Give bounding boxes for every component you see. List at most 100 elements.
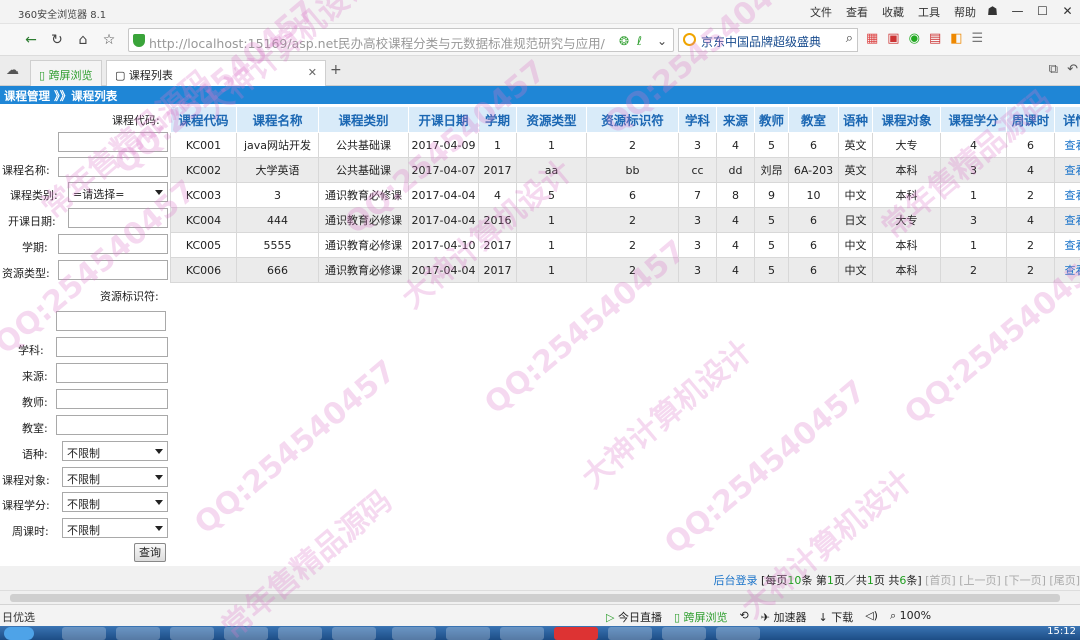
taskbar-app-8[interactable]	[446, 627, 490, 640]
back-icon[interactable]: ←	[20, 30, 42, 50]
taskbar-app-10[interactable]	[554, 627, 598, 640]
pager-records-suffix: 条]	[906, 574, 922, 587]
resource-id-input[interactable]	[56, 311, 166, 331]
menu-file[interactable]: 文件	[810, 4, 832, 20]
cross-screen-button[interactable]: ▯ 跨屏浏览	[674, 609, 728, 625]
table-cell: 6	[788, 132, 839, 158]
table-cell: 3	[678, 232, 717, 258]
mail-icon[interactable]: ▣	[887, 31, 899, 46]
speed-icon[interactable]: ℓ	[637, 34, 642, 48]
status-left-text[interactable]: 日优选	[2, 609, 35, 625]
view-detail-link[interactable]: 查看	[1065, 189, 1080, 202]
screenshot-icon[interactable]: ◧	[950, 31, 962, 46]
table-cell: 本科	[872, 157, 941, 183]
refresh-icon[interactable]: ↻	[46, 30, 68, 50]
view-detail-link[interactable]: 查看	[1065, 214, 1080, 227]
tab-course-list[interactable]: ▢ 课程列表 ✕	[106, 60, 326, 86]
filter-term-label: 学期:	[22, 241, 48, 254]
classroom-input[interactable]	[56, 415, 168, 435]
translate-icon[interactable]: ▤	[929, 31, 941, 46]
table-cell: 大专	[872, 207, 941, 233]
view-detail-link[interactable]: 查看	[1065, 164, 1080, 177]
teacher-input[interactable]	[56, 389, 168, 409]
menu-favorites[interactable]: 收藏	[882, 4, 904, 20]
course-type-select[interactable]: =请选择=	[68, 182, 168, 202]
chevron-down-icon	[155, 190, 163, 195]
table-cell: 2017-04-09	[408, 132, 479, 158]
taskbar-app-6[interactable]	[332, 627, 376, 640]
query-button[interactable]: 查询	[134, 543, 166, 562]
accelerator-button[interactable]: ✈ 加速器	[761, 609, 807, 625]
table-row: KC002 大学英语 公共基础课 2017-04-07 2017 aa bb cc dd 刘昂 6A…	[170, 157, 1080, 183]
taskbar-app-2[interactable]	[116, 627, 160, 640]
pager-first[interactable]: [首页]	[925, 574, 956, 587]
menu-icon[interactable]: ☰	[972, 31, 984, 46]
history-icon[interactable]: ⟲	[740, 609, 749, 625]
taskbar-app-3[interactable]	[170, 627, 214, 640]
download-button[interactable]: ↓ 下载	[818, 609, 853, 625]
search-icon[interactable]: ⌕	[846, 31, 853, 46]
url-dropdown-icon[interactable]: ⌄	[657, 34, 667, 48]
column-header: 语种	[838, 106, 873, 133]
search-input[interactable]: 京东中国品牌超级盛典	[701, 33, 831, 50]
course-name-input[interactable]	[58, 157, 168, 177]
new-tab-icon[interactable]: +	[330, 62, 342, 78]
table-cell: 2	[1006, 182, 1055, 208]
taskbar-app-4[interactable]	[224, 627, 268, 640]
taskbar-app-13[interactable]	[716, 627, 760, 640]
tab-close-icon[interactable]: ✕	[308, 66, 317, 79]
apps-icon[interactable]: ▦	[866, 31, 878, 46]
table-cell: 4	[716, 232, 755, 258]
taskbar-app-12[interactable]	[662, 627, 706, 640]
scrollbar-thumb[interactable]	[10, 594, 1060, 602]
tab-cross-screen[interactable]: ▯ 跨屏浏览	[30, 60, 102, 86]
close-icon[interactable]: ✕	[1055, 0, 1080, 22]
start-button[interactable]	[4, 627, 34, 640]
skin-icon[interactable]: ☗	[980, 0, 1005, 22]
url-text[interactable]: http://localhost:15169/asp.net民办高校课程分类与元…	[149, 33, 613, 52]
term-input[interactable]	[58, 234, 168, 254]
audience-select[interactable]: 不限制	[62, 467, 168, 487]
taskbar-app-7[interactable]	[392, 627, 436, 640]
url-bar[interactable]: http://localhost:15169/asp.net民办高校课程分类与元…	[128, 28, 674, 52]
live-button[interactable]: ▷ 今日直播	[606, 609, 662, 625]
zoom-button[interactable]: ⌕ 100%	[890, 609, 931, 625]
maximize-icon[interactable]: ☐	[1030, 0, 1055, 22]
view-detail-link[interactable]: 查看	[1065, 139, 1080, 152]
pager-last[interactable]: [尾页]	[1049, 574, 1080, 587]
admin-login-link[interactable]: 后台登录	[714, 574, 758, 587]
restore-tab-icon[interactable]: ↶	[1067, 62, 1078, 77]
taskbar-app-11[interactable]	[608, 627, 652, 640]
source-input[interactable]	[56, 363, 168, 383]
language-select[interactable]: 不限制	[62, 441, 168, 461]
page-title: 课程管理 》》课程列表	[0, 86, 1080, 104]
menu-view[interactable]: 查看	[846, 4, 868, 20]
pager-prev[interactable]: [上一页]	[959, 574, 1001, 587]
taskbar-app-1[interactable]	[62, 627, 106, 640]
taskbar-app-5[interactable]	[278, 627, 322, 640]
course-code-input[interactable]	[58, 132, 168, 152]
start-date-input[interactable]	[68, 208, 168, 228]
tab-cloud-icon[interactable]: ☁	[6, 63, 19, 78]
view-detail-link[interactable]: 查看	[1065, 264, 1080, 277]
minimize-icon[interactable]: —	[1005, 0, 1030, 22]
home-icon[interactable]: ⌂	[72, 30, 94, 50]
favorite-star-icon[interactable]: ☆	[98, 30, 120, 50]
pager-next[interactable]: [下一页]	[1004, 574, 1046, 587]
menu-help[interactable]: 帮助	[954, 4, 976, 20]
menu-tools[interactable]: 工具	[918, 4, 940, 20]
weekly-hours-select[interactable]: 不限制	[62, 518, 168, 538]
wallet-icon[interactable]: ◉	[909, 31, 920, 46]
search-engine-icon[interactable]	[683, 33, 696, 46]
sound-icon[interactable]: ◁)	[865, 609, 878, 625]
horizontal-scrollbar[interactable]	[0, 590, 1080, 604]
view-detail-link[interactable]: 查看	[1065, 239, 1080, 252]
resource-type-input[interactable]	[58, 260, 168, 280]
taskbar-app-9[interactable]	[500, 627, 544, 640]
column-header: 开课日期	[408, 106, 479, 133]
credits-select[interactable]: 不限制	[62, 492, 168, 512]
subject-input[interactable]	[56, 337, 168, 357]
search-box[interactable]: 京东中国品牌超级盛典 ⌕	[678, 28, 858, 52]
tab-list-icon[interactable]: ⧉	[1049, 62, 1058, 77]
compat-mode-icon[interactable]: ❂	[619, 34, 629, 48]
